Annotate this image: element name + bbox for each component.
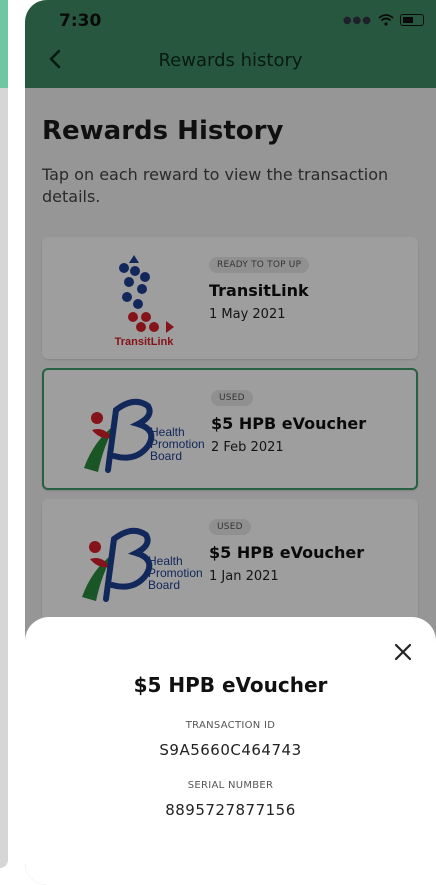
app-screen: 7:30 ●●● Rewards history Rewards History… (25, 0, 436, 885)
close-icon[interactable] (392, 641, 414, 663)
transaction-id-value: S9A5660C464743 (159, 741, 302, 759)
sheet-title: $5 HPB eVoucher (133, 673, 328, 697)
previous-screen-header (0, 0, 8, 88)
previous-screen-edge (0, 0, 12, 885)
transaction-sheet: $5 HPB eVoucher TRANSACTION ID S9A5660C4… (25, 617, 436, 885)
transaction-id-label: TRANSACTION ID (185, 720, 276, 731)
serial-number-label: SERIAL NUMBER (187, 780, 274, 791)
serial-number-value: 8895727877156 (165, 801, 296, 819)
previous-screen-body (0, 88, 8, 868)
